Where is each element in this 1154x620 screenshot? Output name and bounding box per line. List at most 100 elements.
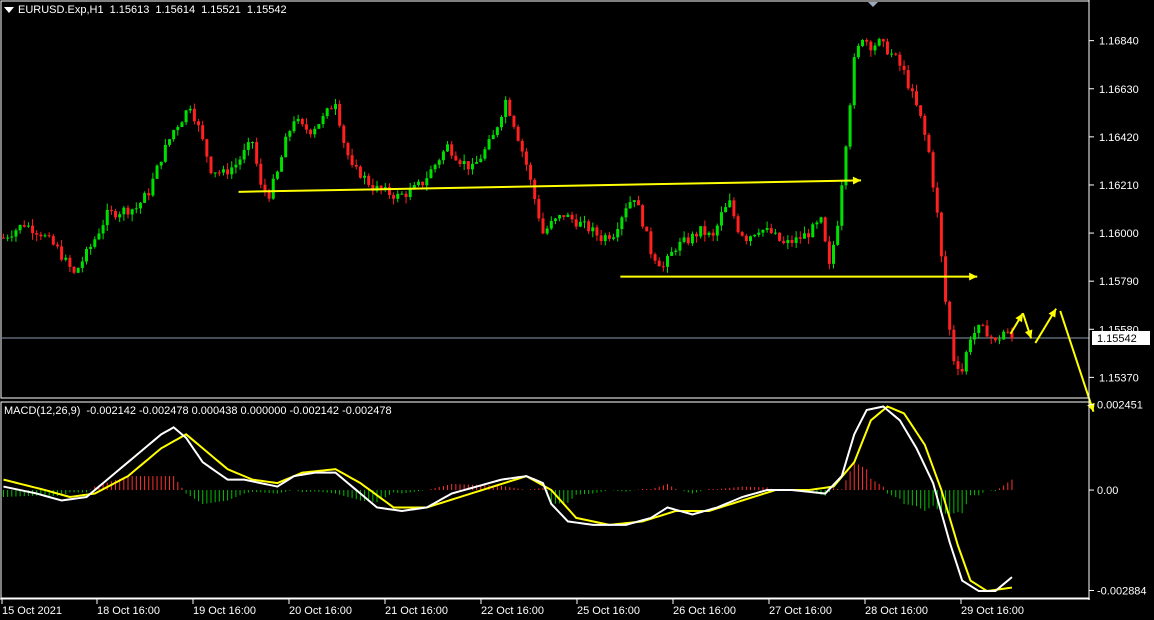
candle-body	[827, 241, 831, 264]
candle-body	[732, 200, 736, 217]
candle-body	[636, 200, 640, 206]
candle-body	[773, 232, 777, 234]
candle-body	[715, 225, 719, 236]
candle-body	[977, 324, 981, 334]
candle-body	[624, 208, 628, 218]
candle-body	[184, 110, 188, 123]
chart-canvas[interactable]: 1.16840 1.16630 1.16420 1.16210 1.16000 1.157…	[0, 0, 1154, 620]
chart-header: EURUSD.Exp,H1 1.15613 1.15614 1.15521 1.1554…	[4, 4, 287, 16]
candle-body	[848, 105, 852, 147]
candle-body	[520, 140, 524, 152]
candle-body	[657, 260, 661, 267]
macd-label: MACD(12,26,9)	[4, 405, 81, 417]
candle-body	[778, 232, 782, 241]
candle-body	[906, 70, 910, 89]
candle-body	[566, 214, 570, 217]
candle-body	[595, 227, 599, 236]
candle-body	[952, 329, 956, 362]
candle-body	[686, 237, 690, 244]
candle-body	[421, 181, 425, 186]
candle-body	[6, 237, 10, 239]
candle-body	[338, 104, 342, 126]
candle-body	[890, 53, 894, 55]
candle-body	[462, 161, 466, 165]
candle-body	[944, 256, 948, 302]
candle-body	[475, 162, 479, 164]
candle-body	[749, 236, 752, 242]
candle-body	[711, 232, 715, 236]
candle-body	[682, 237, 686, 242]
candle-body	[80, 261, 84, 268]
candle-body	[300, 118, 304, 125]
candle-body	[51, 236, 55, 245]
price-tick-label: 1.15790	[1099, 276, 1139, 288]
candle-body	[176, 127, 180, 131]
candle-body	[292, 121, 296, 132]
chevron-down-icon[interactable]	[4, 7, 14, 14]
candle-body	[126, 207, 130, 215]
candle-body	[968, 339, 972, 353]
candle-body	[786, 240, 790, 244]
candle-body	[989, 336, 993, 338]
chart-background	[0, 0, 1154, 620]
candle-body	[541, 218, 545, 234]
candle-body	[101, 225, 105, 234]
price-tick-label: 1.16840	[1099, 36, 1139, 48]
candle-body	[64, 257, 68, 260]
candle-body	[607, 235, 611, 239]
candle-body	[118, 214, 122, 218]
candle-body	[458, 160, 462, 165]
candle-body	[114, 211, 118, 218]
candle-body	[238, 159, 242, 165]
candle-body	[823, 217, 827, 242]
candle-body	[109, 209, 113, 212]
candle-body	[404, 193, 408, 198]
candle-body	[653, 254, 657, 261]
candle-body	[188, 108, 192, 111]
candle-body	[130, 209, 134, 215]
candle-body	[209, 156, 213, 174]
time-tick-label: 18 Oct 16:00	[97, 605, 160, 617]
candle-body	[512, 115, 516, 127]
candle-body	[707, 232, 711, 235]
candle-body	[138, 202, 142, 209]
candle-body	[616, 229, 620, 238]
candle-body	[620, 217, 624, 230]
candle-body	[529, 164, 533, 180]
candle-body	[217, 172, 221, 174]
candle-body	[213, 172, 217, 174]
candle-body	[869, 41, 873, 51]
price-tick-label: 1.16630	[1099, 84, 1139, 96]
macd-tick-label: -0.002884	[1097, 585, 1147, 597]
candle-body	[271, 178, 275, 199]
time-tick-label: 15 Oct 2021	[2, 605, 62, 617]
candle-body	[757, 232, 761, 235]
candle-body	[26, 225, 30, 227]
candle-body	[172, 130, 176, 140]
price-tick-label: 1.15370	[1099, 372, 1139, 384]
candle-body	[143, 193, 147, 203]
candle-body	[334, 104, 337, 110]
candle-body	[661, 266, 665, 268]
candle-body	[612, 237, 616, 239]
candle-body	[753, 234, 757, 237]
candle-body	[226, 169, 230, 175]
candle-body	[43, 235, 47, 237]
candle-body	[919, 105, 923, 116]
candle-body	[263, 184, 267, 192]
candle-body	[956, 361, 960, 369]
candle-body	[973, 333, 977, 340]
candle-body	[230, 167, 234, 175]
candle-body	[591, 227, 595, 232]
candle-body	[192, 108, 196, 122]
candle-body	[363, 175, 367, 178]
candle-body	[549, 221, 553, 229]
candle-body	[948, 301, 952, 330]
macd-tick-label: 0.00	[1097, 485, 1118, 497]
candle-body	[927, 134, 931, 153]
candle-body	[358, 166, 362, 178]
candle-body	[321, 116, 325, 125]
candle-body	[437, 160, 441, 165]
candle-body	[719, 212, 723, 226]
candle-body	[159, 161, 163, 166]
